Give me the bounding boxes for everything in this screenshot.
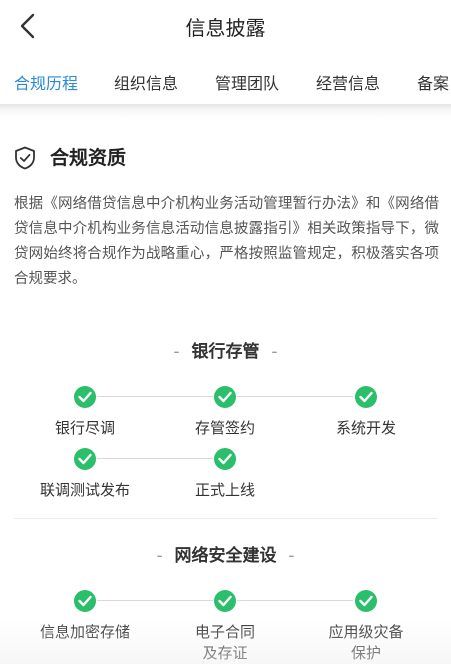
check-circle-icon: [355, 590, 377, 612]
tab-compliance-history[interactable]: 合规历程: [14, 70, 78, 94]
step-label: 存管签约: [194, 419, 255, 437]
step-custody-signing: 存管签约: [155, 386, 295, 439]
group-title-bank-custody: - 银行存管 -: [173, 342, 278, 362]
group-divider: [14, 518, 437, 519]
step-encrypted-storage: 信息加密存储: [15, 590, 155, 643]
step-label: 应用级灾备 保护: [328, 623, 404, 662]
group-title-network-security: - 网络安全建设 -: [156, 546, 295, 566]
shield-check-icon: [15, 146, 35, 170]
compliance-description: 根据《网络借贷信息中介机构业务活动管理暂行办法》和《网络借贷信息中介机构业务信息…: [14, 196, 439, 287]
tab-management-team[interactable]: 管理团队: [215, 70, 279, 94]
step-bank-due-diligence: 银行尽调: [15, 386, 155, 439]
tab-bar: 合规历程 组织信息 管理团队 经营信息 备案: [0, 56, 451, 104]
page-title: 信息披露: [185, 16, 266, 40]
tab-filing[interactable]: 备案: [417, 70, 449, 94]
step-label: 信息加密存储: [39, 623, 130, 641]
step-disaster-recovery: 应用级灾备 保护: [296, 590, 436, 664]
check-circle-icon: [74, 386, 96, 408]
top-bar: 信息披露: [0, 0, 451, 52]
step-label: 银行尽调: [54, 419, 115, 437]
tab-organization-info[interactable]: 组织信息: [114, 70, 178, 94]
step-label: 系统开发: [335, 419, 396, 437]
step-official-launch: 正式上线: [155, 448, 295, 501]
step-e-contract-evidence: 电子合同 及存证: [155, 590, 295, 664]
step-label: 电子合同 及存证: [194, 623, 255, 662]
step-joint-testing-release: 联调测试发布: [15, 448, 155, 501]
section-title: 合规资质: [46, 143, 131, 170]
tab-operations-info[interactable]: 经营信息: [316, 70, 380, 94]
check-circle-icon: [74, 590, 96, 612]
check-circle-icon: [74, 448, 96, 470]
check-circle-icon: [214, 386, 236, 408]
step-label: 正式上线: [194, 481, 255, 499]
step-system-development: 系统开发: [296, 386, 436, 439]
check-circle-icon: [214, 590, 236, 612]
check-circle-icon: [214, 448, 236, 470]
tab-shadow-divider: [0, 104, 451, 118]
step-label: 联调测试发布: [39, 481, 130, 499]
check-circle-icon: [355, 386, 377, 408]
